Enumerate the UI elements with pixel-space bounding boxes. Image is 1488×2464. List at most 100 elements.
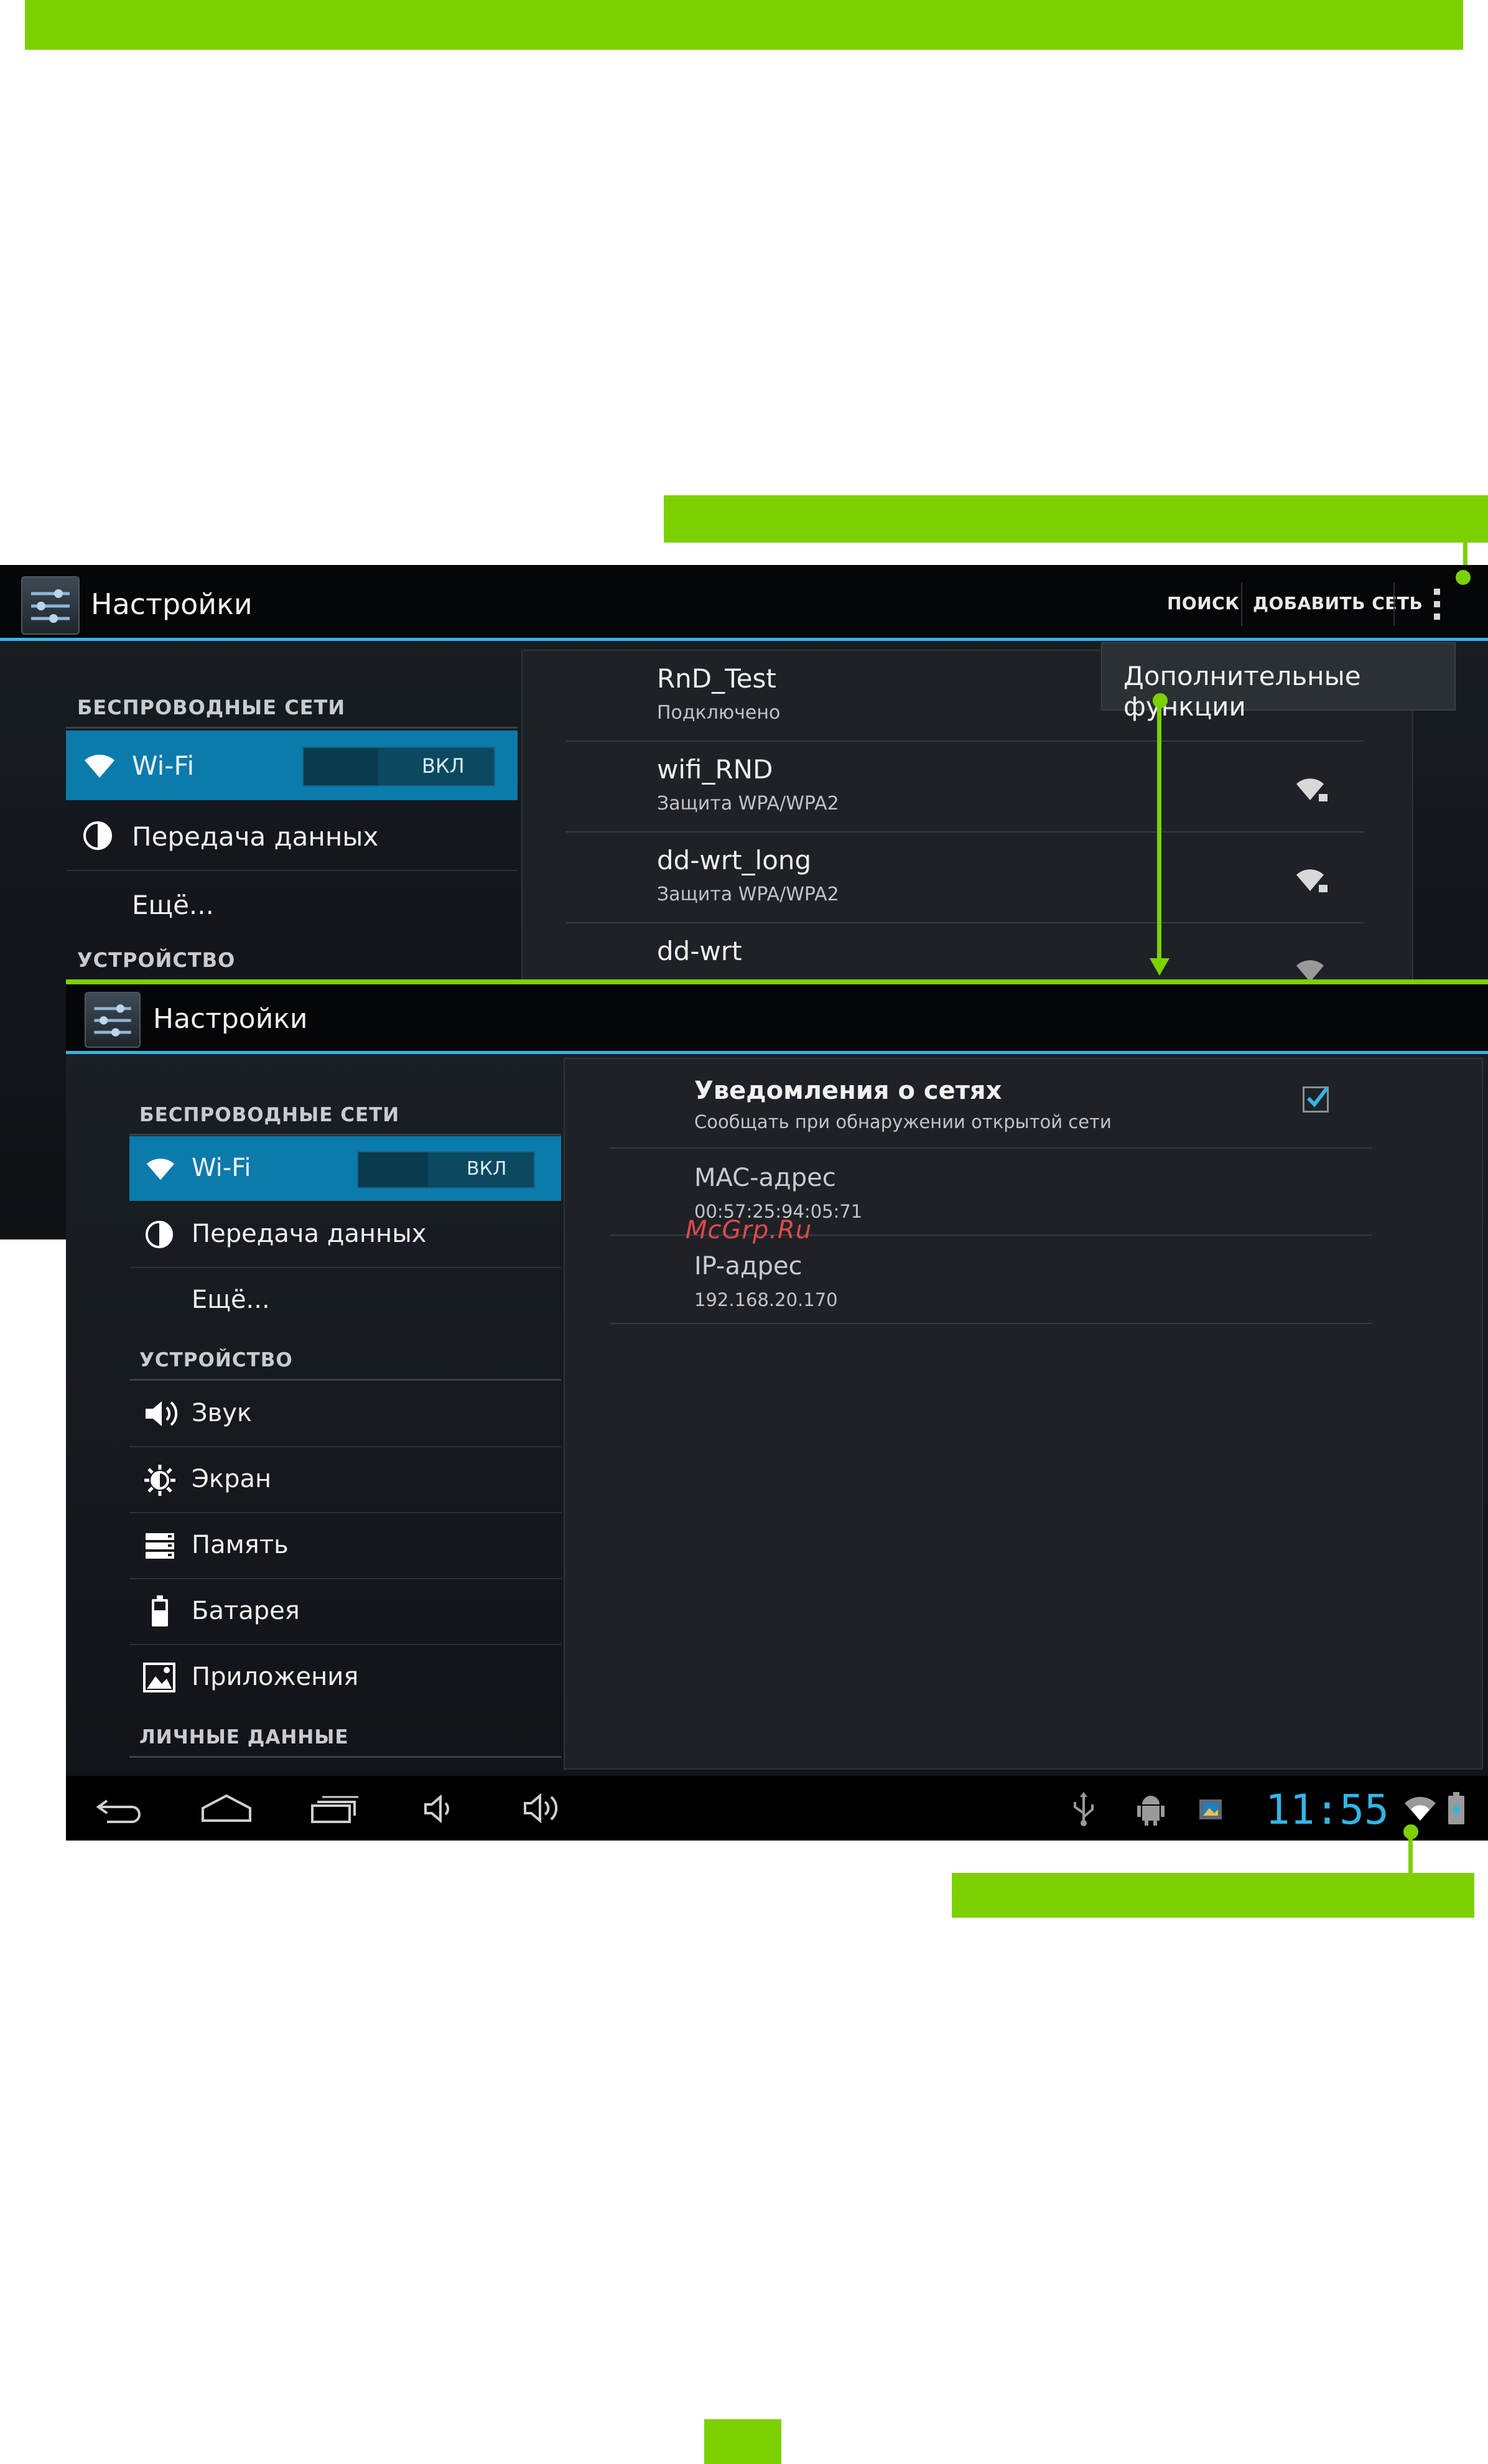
sidebar-item-label: Wi-Fi xyxy=(192,1154,251,1182)
notify-title: Уведомления о сетях xyxy=(694,1076,1002,1105)
action-bar: Настройки xyxy=(66,984,1488,1054)
sidebar-item-label: Wi-Fi xyxy=(132,750,195,781)
sidebar-item-more[interactable]: Ещё... xyxy=(129,1269,561,1332)
back-icon[interactable] xyxy=(95,1794,144,1823)
network-status: Защита WPA/WPA2 xyxy=(657,793,839,814)
ip-title: IP-адрес xyxy=(694,1252,802,1281)
wifi-signal-icon xyxy=(1405,1796,1436,1821)
sidebar-item-battery[interactable]: Батарея xyxy=(129,1579,561,1644)
notify-subtitle: Сообщать при обнаружении открытой сети xyxy=(694,1111,1112,1132)
category-wireless: БЕСПРОВОДНЫЕ СЕТИ xyxy=(139,1104,400,1126)
wifi-toggle[interactable]: ВКЛ xyxy=(302,747,495,786)
sidebar-item-data-usage[interactable]: Передача данных xyxy=(129,1202,561,1267)
wifi-toggle[interactable]: ВКЛ xyxy=(357,1151,535,1188)
list-divider xyxy=(610,1323,1372,1324)
category-divider xyxy=(129,1756,561,1758)
list-divider xyxy=(566,740,1364,742)
sidebar-item-apps[interactable]: Приложения xyxy=(129,1645,561,1710)
add-network-button[interactable]: ДОБАВИТЬ СЕТЬ xyxy=(1253,593,1423,614)
sidebar-item-wifi[interactable]: Wi-Fi ВКЛ xyxy=(129,1136,561,1201)
overflow-menu-icon[interactable] xyxy=(1431,589,1443,620)
category-personal: ЛИЧНЫЕ ДАННЫЕ xyxy=(139,1726,349,1748)
callout-arrow xyxy=(1150,958,1169,976)
action-bar-underline xyxy=(0,638,1488,641)
advanced-wifi-panel: Уведомления о сетях Сообщать при обнаруж… xyxy=(564,1058,1483,1770)
sidebar-item-storage[interactable]: Память xyxy=(129,1513,561,1578)
sidebar-item-label: Звук xyxy=(192,1399,253,1427)
page-number-tab xyxy=(704,2419,781,2464)
battery-charging-icon xyxy=(1448,1792,1464,1824)
category-device: УСТРОЙСТВО xyxy=(139,1349,293,1371)
settings-icon[interactable] xyxy=(21,576,80,635)
search-button[interactable]: ПОИСК xyxy=(1167,593,1240,614)
sidebar-item-label: Ещё... xyxy=(192,1286,270,1314)
home-icon[interactable] xyxy=(200,1793,253,1824)
screen-top-green-line xyxy=(66,979,1488,984)
action-divider xyxy=(1241,582,1242,626)
network-name[interactable]: RnD_Test xyxy=(657,663,776,694)
volume-up-icon[interactable] xyxy=(523,1793,564,1823)
category-wireless: БЕСПРОВОДНЫЕ СЕТИ xyxy=(77,696,346,719)
app-title: Настройки xyxy=(91,587,253,621)
status-clock: 11:55 xyxy=(1265,1786,1389,1834)
apps-icon xyxy=(143,1663,175,1692)
wifi-icon xyxy=(85,754,114,778)
sidebar-item-display[interactable]: Экран xyxy=(129,1447,561,1512)
list-divider xyxy=(566,922,1364,923)
ip-value: 192.168.20.170 xyxy=(694,1289,838,1310)
sidebar-item-label: Передача данных xyxy=(132,821,379,852)
network-name[interactable]: dd-wrt xyxy=(657,936,742,966)
app-title: Настройки xyxy=(153,1003,308,1035)
callout-bar-menu xyxy=(664,495,1488,543)
callout-bar-status xyxy=(952,1873,1474,1918)
network-name[interactable]: dd-wrt_long xyxy=(657,845,811,875)
settings-icon[interactable] xyxy=(85,992,141,1048)
data-usage-icon xyxy=(145,1220,174,1249)
category-divider xyxy=(66,727,518,729)
watermark: McGrp.Ru xyxy=(686,1216,812,1244)
sidebar-item-label: Батарея xyxy=(192,1597,300,1625)
sidebar-item-data-usage[interactable]: Передача данных xyxy=(66,801,518,870)
sidebar-divider xyxy=(129,1267,561,1268)
sidebar-item-label: Приложения xyxy=(192,1663,359,1691)
action-bar-underline xyxy=(66,1051,1488,1054)
category-divider xyxy=(129,1134,561,1136)
sidebar-divider xyxy=(66,870,518,871)
usb-icon xyxy=(1074,1792,1094,1826)
display-icon xyxy=(144,1465,175,1496)
network-status: Защита WPA/WPA2 xyxy=(657,884,839,905)
bottom-screen: Настройки БЕСПРОВОДНЫЕ СЕТИ Wi-Fi ВКЛ Пе… xyxy=(66,979,1488,1841)
toggle-label: ВКЛ xyxy=(467,1158,507,1180)
network-name[interactable]: wifi_RND xyxy=(657,754,773,785)
network-notification-setting[interactable]: Уведомления о сетях Сообщать при обнаруж… xyxy=(565,1059,1482,1146)
volume-down-icon[interactable] xyxy=(423,1794,457,1823)
system-nav-bar: 11:55 xyxy=(66,1776,1488,1841)
category-device: УСТРОЙСТВО xyxy=(77,948,236,972)
sidebar-item-more[interactable]: Ещё... xyxy=(66,872,518,935)
sidebar-item-sound[interactable]: Звук xyxy=(129,1381,561,1446)
sidebar-item-label: Экран xyxy=(192,1465,272,1493)
sidebar-item-label: Ещё... xyxy=(132,890,214,920)
toggle-label: ВКЛ xyxy=(422,754,465,778)
action-bar: Настройки ПОИСК ДОБАВИТЬ СЕТЬ xyxy=(0,565,1488,641)
callout-line-popup xyxy=(1157,703,1161,959)
sidebar-item-wifi[interactable]: Wi-Fi ВКЛ xyxy=(66,730,518,800)
top-green-bar xyxy=(25,0,1463,50)
popup-advanced-item[interactable]: Дополнительные функции xyxy=(1123,661,1454,722)
storage-icon xyxy=(146,1533,174,1559)
recents-icon[interactable] xyxy=(310,1793,360,1824)
wifi-locked-icon xyxy=(1296,778,1328,801)
battery-icon xyxy=(152,1595,168,1626)
sidebar-item-label: Передача данных xyxy=(192,1220,427,1248)
callout-line-status xyxy=(1408,1833,1413,1873)
notify-checkbox[interactable] xyxy=(1303,1086,1329,1113)
callout-dot xyxy=(1456,570,1471,585)
android-debug-icon xyxy=(1137,1796,1165,1826)
mac-title: MAC-адрес xyxy=(694,1164,836,1192)
wifi-locked-icon xyxy=(1296,869,1328,892)
sidebar-item-label: Память xyxy=(192,1531,289,1559)
list-divider xyxy=(610,1147,1372,1149)
image-icon xyxy=(1199,1799,1222,1819)
list-divider xyxy=(566,831,1364,833)
action-divider xyxy=(1393,582,1395,626)
